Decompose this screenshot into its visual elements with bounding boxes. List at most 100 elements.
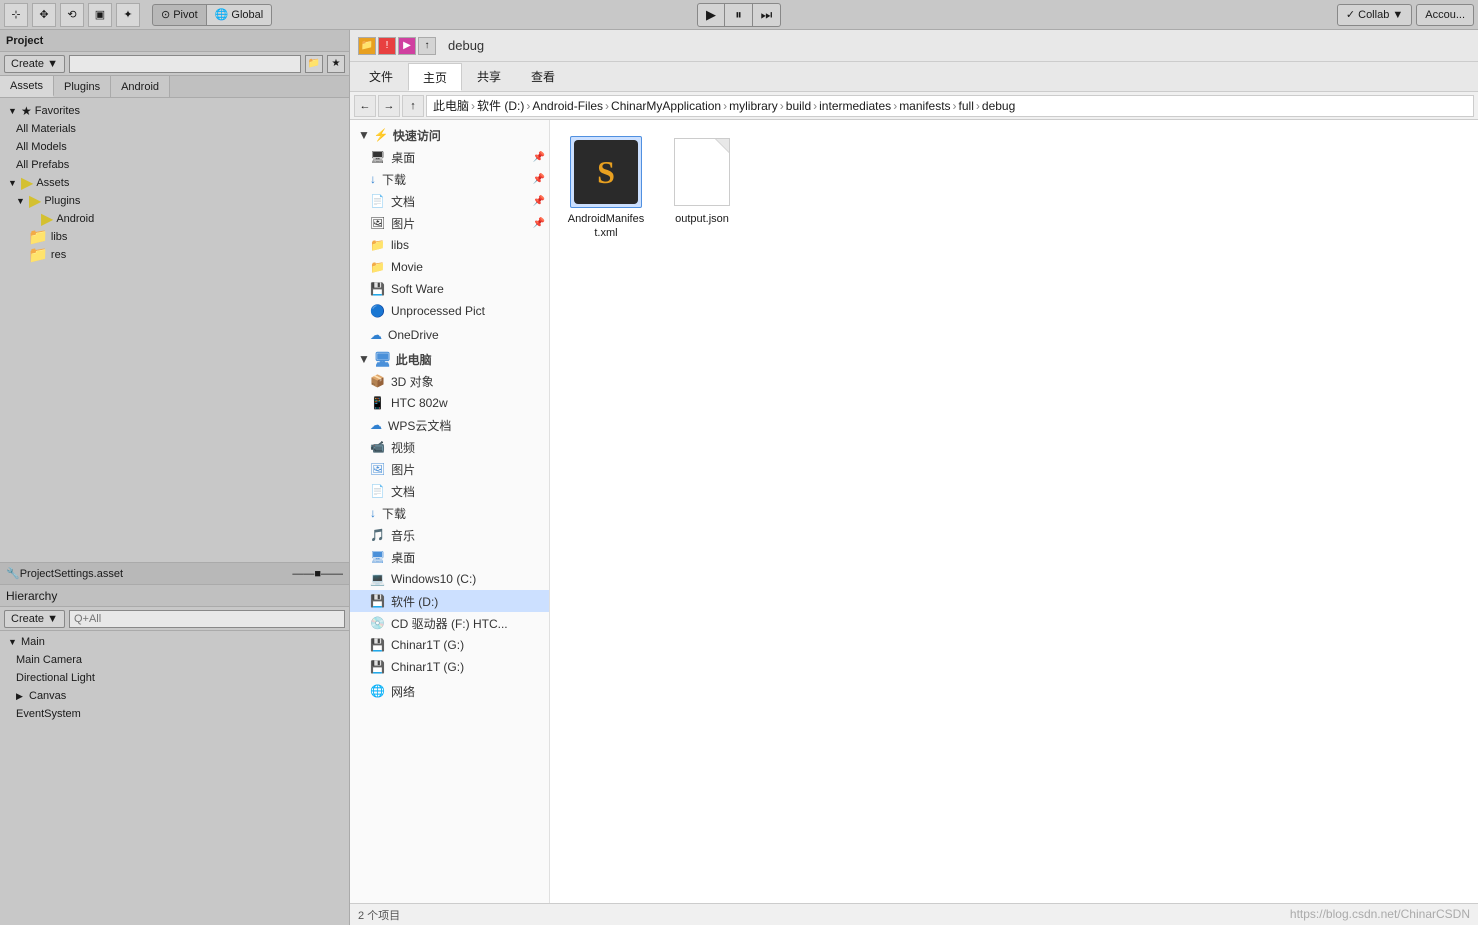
project-star-btn[interactable]: ★: [327, 55, 345, 73]
sidebar-item-desktop1[interactable]: 🖥 桌面 📌: [350, 146, 549, 168]
quick-access-header[interactable]: ▼ ⚡ 快速访问: [350, 124, 549, 146]
tree-android[interactable]: ▶ Android: [0, 210, 349, 228]
network-label: 网络: [391, 683, 415, 700]
htc-icon: 📱: [370, 396, 385, 410]
project-search-input[interactable]: [69, 55, 301, 73]
assets-arrow-icon: ▼: [8, 178, 18, 188]
favorites-label: Favorites: [35, 105, 80, 117]
addr-back-btn[interactable]: ←: [354, 95, 376, 117]
fe-orange-icon-btn[interactable]: !: [378, 37, 396, 55]
fe-folder-icon-btn[interactable]: 📁: [358, 37, 376, 55]
fe-pink-icon-btn[interactable]: ▶: [398, 37, 416, 55]
sidebar-item-onedrive[interactable]: ☁ OneDrive: [350, 324, 549, 346]
sidebar-item-3d[interactable]: 📦 3D 对象: [350, 370, 549, 392]
sidebar-item-movie[interactable]: 📁 Movie: [350, 256, 549, 278]
output-filename: output.json: [675, 212, 729, 226]
addr-chinar-app: ChinarMyApplication: [611, 99, 721, 113]
tree-main-camera[interactable]: Main Camera: [0, 651, 349, 669]
rect-tool-btn[interactable]: ▣: [88, 3, 112, 27]
project-toolbar: Create ▼ 📁 ★: [0, 52, 349, 76]
sidebar-item-unprocessed[interactable]: 🔵 Unprocessed Pict: [350, 300, 549, 322]
global-button[interactable]: 🌐 Global: [207, 4, 273, 26]
tree-eventsystem[interactable]: EventSystem: [0, 705, 349, 723]
sidebar-item-docs2[interactable]: 📄 文档: [350, 480, 549, 502]
this-pc-header[interactable]: ▼ 🖥 此电脑: [350, 348, 549, 370]
play-button[interactable]: ▶: [697, 3, 725, 27]
main-layout: Project Create ▼ 📁 ★ Assets Plugins Andr…: [0, 30, 1478, 925]
tree-canvas[interactable]: ▶ Canvas: [0, 687, 349, 705]
hierarchy-search-input[interactable]: [69, 610, 345, 628]
sidebar-item-drive-f[interactable]: 💿 CD 驱动器 (F:) HTC...: [350, 612, 549, 634]
left-panel: Project Create ▼ 📁 ★ Assets Plugins Andr…: [0, 30, 350, 925]
desktop2-label: 桌面: [391, 549, 415, 566]
sidebar-item-wps[interactable]: ☁ WPS云文档: [350, 414, 549, 436]
address-path[interactable]: 此电脑 › 软件 (D:) › Android-Files › ChinarMy…: [426, 95, 1474, 117]
ribbon-tab-view[interactable]: 查看: [516, 63, 570, 91]
onedrive-label: OneDrive: [388, 328, 439, 342]
sidebar-item-pictures2[interactable]: 🖼 图片: [350, 458, 549, 480]
addr-up-btn[interactable]: ↑: [402, 95, 424, 117]
tab-assets[interactable]: Assets: [0, 76, 54, 97]
this-pc-arrow-icon: ▼: [358, 352, 370, 366]
sidebar-item-drive-g2[interactable]: 💾 Chinar1T (G:): [350, 656, 549, 678]
fe-window-title: debug: [448, 38, 484, 53]
sidebar-item-drive-c[interactable]: 💻 Windows10 (C:): [350, 568, 549, 590]
tab-android[interactable]: Android: [111, 76, 170, 97]
file-item-output[interactable]: output.json: [662, 136, 742, 226]
project-folder-btn[interactable]: 📁: [305, 55, 323, 73]
sidebar-item-htc[interactable]: 📱 HTC 802w: [350, 392, 549, 414]
tree-all-prefabs[interactable]: All Prefabs: [0, 156, 349, 174]
ribbon-tab-file[interactable]: 文件: [354, 63, 408, 91]
sidebar-item-music[interactable]: 🎵 音乐: [350, 524, 549, 546]
ribbon-tab-home[interactable]: 主页: [408, 63, 462, 91]
tree-directional-light[interactable]: Directional Light: [0, 669, 349, 687]
create-label: Create ▼: [11, 58, 58, 70]
addr-forward-btn[interactable]: →: [378, 95, 400, 117]
file-item-manifest[interactable]: S AndroidManifest.xml: [566, 136, 646, 241]
sidebar-item-downloads1[interactable]: ↓ 下载 📌: [350, 168, 549, 190]
hierarchy-create-button[interactable]: Create ▼: [4, 610, 65, 628]
tree-all-materials[interactable]: All Materials: [0, 120, 349, 138]
music-icon: 🎵: [370, 528, 385, 542]
main-camera-label: Main Camera: [16, 654, 82, 666]
onedrive-section: ☁ OneDrive: [350, 324, 549, 346]
sidebar-item-libs[interactable]: 📁 libs: [350, 234, 549, 256]
tree-all-models[interactable]: All Models: [0, 138, 349, 156]
scale-tool-btn[interactable]: ⟲: [60, 3, 84, 27]
tree-res[interactable]: 📁 res: [0, 246, 349, 264]
sidebar-item-drive-d[interactable]: 💾 软件 (D:): [350, 590, 549, 612]
tab-plugins[interactable]: Plugins: [54, 76, 111, 97]
this-pc-section: ▼ 🖥 此电脑 📦 3D 对象 📱 HTC 802w ☁ WPS云文档: [350, 348, 549, 678]
tree-libs[interactable]: 📁 libs: [0, 228, 349, 246]
sidebar-item-drive-g1[interactable]: 💾 Chinar1T (G:): [350, 634, 549, 656]
tree-plugins[interactable]: ▼ ▶ Plugins: [0, 192, 349, 210]
tree-main-scene[interactable]: ▼ Main: [0, 633, 349, 651]
rotate-tool-btn[interactable]: ✥: [32, 3, 56, 27]
android-label: Android: [56, 213, 94, 225]
res-folder-icon: 📁: [28, 245, 48, 265]
ribbon-tab-share[interactable]: 共享: [462, 63, 516, 91]
collab-button[interactable]: ✓ Collab ▼: [1337, 4, 1412, 26]
sidebar-item-video[interactable]: 📹 视频: [350, 436, 549, 458]
sidebar-item-docs1[interactable]: 📄 文档 📌: [350, 190, 549, 212]
software-label: Soft Ware: [391, 282, 444, 296]
pictures2-label: 图片: [391, 461, 415, 478]
tree-favorites[interactable]: ▼ ★ Favorites: [0, 102, 349, 120]
account-button[interactable]: Accou...: [1416, 4, 1474, 26]
pivot-icon: ⊙: [161, 8, 170, 21]
sidebar-item-software[interactable]: 💾 Soft Ware: [350, 278, 549, 300]
sidebar-item-downloads2[interactable]: ↓ 下载: [350, 502, 549, 524]
pivot-button[interactable]: ⊙ Pivot: [152, 4, 207, 26]
transform-tool-btn[interactable]: ⊹: [4, 3, 28, 27]
step-button[interactable]: ⏭: [753, 3, 781, 27]
pause-button[interactable]: ⏸: [725, 3, 753, 27]
sidebar-item-pictures1[interactable]: 🖼 图片 📌: [350, 212, 549, 234]
fe-arrow-up-btn[interactable]: ↑: [418, 37, 436, 55]
tree-assets[interactable]: ▼ ▶ Assets: [0, 174, 349, 192]
fe-addressbar: ← → ↑ 此电脑 › 软件 (D:) › Android-Files › Ch…: [350, 92, 1478, 120]
sidebar-item-desktop2[interactable]: 🖥 桌面: [350, 546, 549, 568]
multi-tool-btn[interactable]: ✦: [116, 3, 140, 27]
drive-g1-label: Chinar1T (G:): [391, 638, 464, 652]
sidebar-item-network[interactable]: 🌐 网络: [350, 680, 549, 702]
project-create-button[interactable]: Create ▼: [4, 55, 65, 73]
